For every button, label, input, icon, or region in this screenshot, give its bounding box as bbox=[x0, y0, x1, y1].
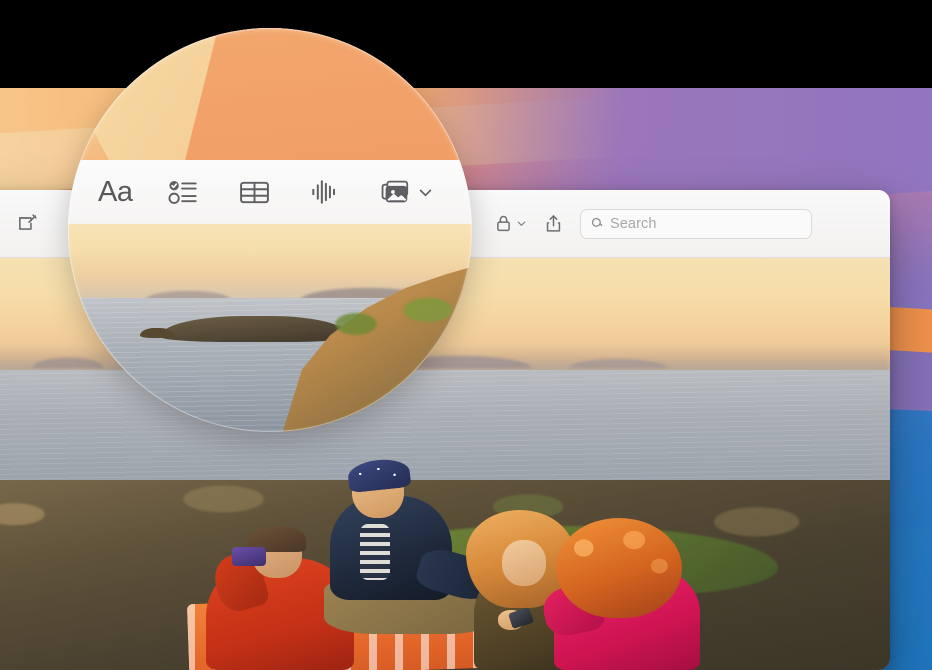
loupe-photo-small-rock bbox=[140, 328, 174, 338]
binoculars bbox=[232, 547, 266, 566]
share-button[interactable] bbox=[543, 213, 564, 234]
media-button[interactable] bbox=[377, 173, 434, 211]
table-grid-icon bbox=[240, 181, 270, 203]
format-toolbar-icons: Aa bbox=[68, 173, 434, 211]
checklist-icon bbox=[168, 181, 198, 204]
screenshot-stage: Search Aa bbox=[0, 0, 932, 670]
search-placeholder: Search bbox=[610, 215, 657, 232]
photo-person-pink-hoodie bbox=[539, 518, 704, 670]
lock-icon bbox=[497, 215, 510, 232]
photos-media-icon bbox=[382, 180, 409, 203]
table-button[interactable] bbox=[236, 174, 273, 211]
share-up-arrow-icon bbox=[546, 215, 561, 232]
audio-waveform-icon bbox=[312, 180, 336, 204]
audio-button[interactable] bbox=[307, 174, 343, 210]
person-striped-shirt bbox=[360, 524, 390, 580]
format-toolbar-magnified: Aa bbox=[68, 160, 472, 224]
checklist-button[interactable] bbox=[166, 174, 202, 210]
loupe-photo-magnified bbox=[68, 224, 472, 432]
person-curly-hair bbox=[556, 518, 682, 618]
text-format-aa-icon: Aa bbox=[98, 175, 133, 208]
compose-button[interactable] bbox=[16, 212, 39, 235]
person-face bbox=[502, 540, 546, 586]
toolbar-right-group: Search bbox=[493, 208, 890, 239]
chevron-down-icon bbox=[517, 221, 526, 226]
loupe-content: Aa bbox=[68, 28, 472, 432]
compose-square-pencil-icon bbox=[19, 214, 37, 230]
magnifier-loupe: Aa bbox=[68, 28, 472, 432]
search-field[interactable]: Search bbox=[580, 208, 812, 239]
lock-button[interactable] bbox=[493, 213, 527, 234]
toolbar-left-group bbox=[0, 212, 39, 235]
magnifier-chevron-icon bbox=[591, 217, 603, 227]
chevron-down-icon bbox=[420, 189, 432, 196]
text-format-button[interactable]: Aa bbox=[98, 175, 133, 208]
loupe-photo-cliff-grass bbox=[302, 268, 472, 338]
